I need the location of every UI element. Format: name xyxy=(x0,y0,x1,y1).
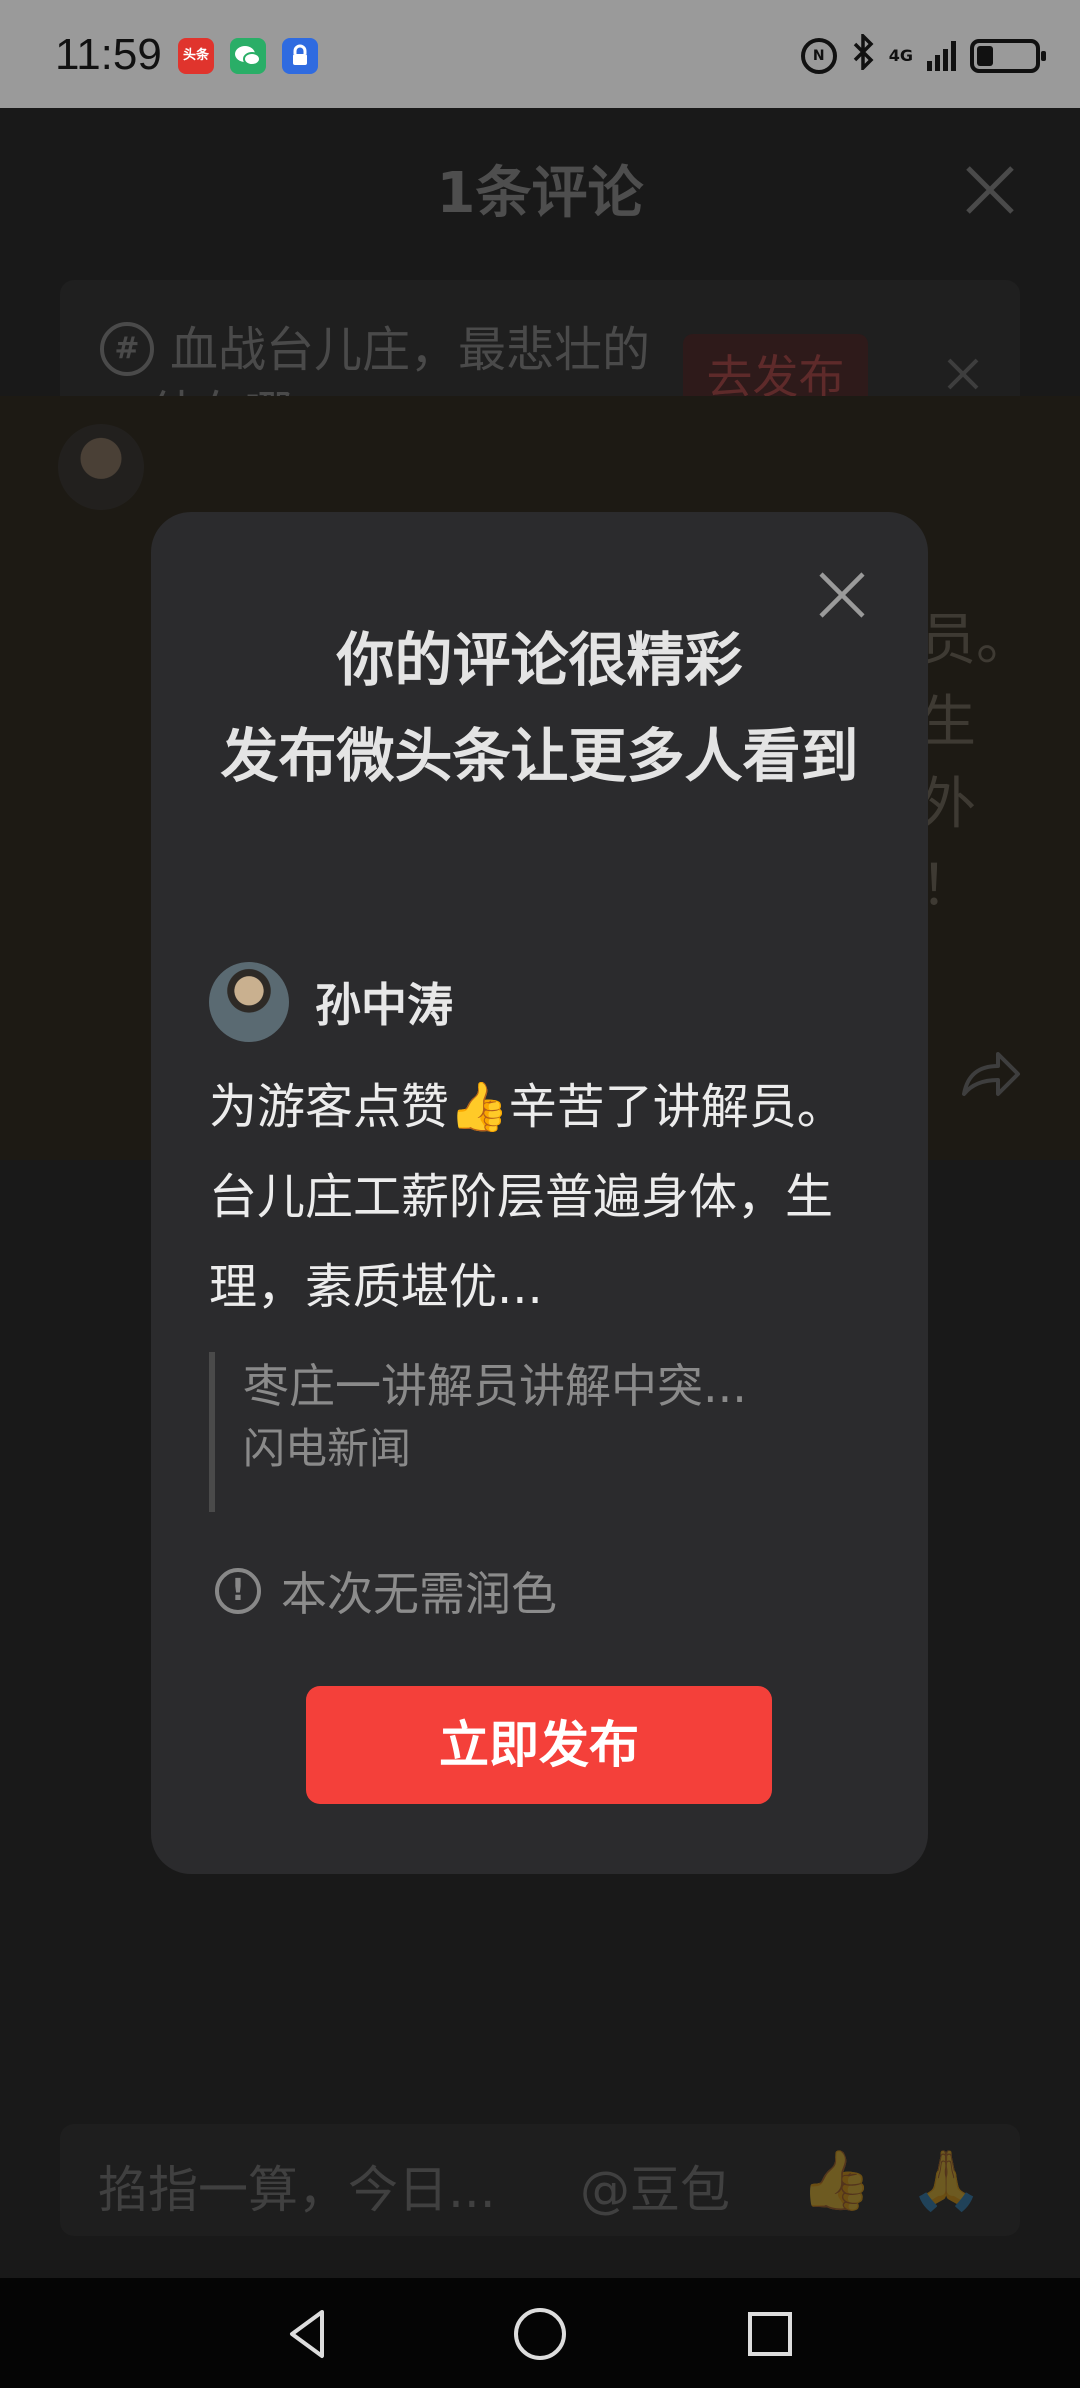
home-icon[interactable] xyxy=(508,2302,572,2366)
dialog-title: 你的评论很精彩 发布微头条让更多人看到 xyxy=(220,626,859,790)
quote-title: 枣庄一讲解员讲解中突... xyxy=(243,1359,747,1413)
quoted-article: 枣庄一讲解员讲解中突... 闪电新闻 xyxy=(209,1352,869,1512)
mention-doubao-button[interactable]: @豆包 xyxy=(580,2150,730,2222)
pray-emoji-button[interactable]: 🙏 xyxy=(910,2146,982,2215)
nfc-icon: N xyxy=(800,38,837,74)
wechat-icon xyxy=(230,38,266,74)
sheet-title: 1条评论 xyxy=(436,161,644,226)
recents-icon[interactable] xyxy=(738,2302,802,2366)
comment-preview: 为游客点赞👍辛苦了讲解员。台儿庄工薪阶层普遍身体，生理，素质堪优... xyxy=(209,1079,845,1315)
comment-input-placeholder[interactable]: 掐指一算，今日... xyxy=(98,2150,496,2222)
comment-input-bar[interactable]: 掐指一算，今日... @豆包 👍 🙏 xyxy=(60,2124,1020,2236)
status-indicators: N 4G xyxy=(800,31,1046,78)
avatar[interactable] xyxy=(58,424,144,510)
close-icon[interactable] xyxy=(960,160,1020,220)
close-icon[interactable] xyxy=(943,354,983,394)
status-time: 11:59 xyxy=(55,30,162,79)
info-icon: ! xyxy=(215,1568,261,1614)
battery-icon xyxy=(970,39,1046,73)
author-name: 孙中涛 xyxy=(315,978,453,1032)
status-bar: 11:59 头条 N 4G xyxy=(0,0,1080,108)
quote-source: 闪电新闻 xyxy=(243,1424,412,1473)
publish-dialog: 你的评论很精彩 发布微头条让更多人看到 孙中涛 为游客点赞👍辛苦了讲解员。台儿庄… xyxy=(151,512,928,1874)
back-icon[interactable] xyxy=(278,2302,342,2366)
comment-text-fragment: 员。 生 外 ！ xyxy=(920,608,1032,919)
share-icon[interactable] xyxy=(958,1046,1022,1102)
author-row: 孙中涛 xyxy=(209,962,453,1042)
bluetooth-icon xyxy=(851,31,875,78)
lock-app-icon xyxy=(282,38,318,74)
polish-hint: ! 本次无需润色 xyxy=(215,1558,557,1624)
signal-icon xyxy=(927,41,956,71)
toutiao-icon: 头条 xyxy=(178,38,214,74)
publish-now-button[interactable]: 立即发布 xyxy=(306,1686,772,1804)
navigation-bar xyxy=(0,2278,1080,2388)
thumbs-up-emoji-button[interactable]: 👍 xyxy=(800,2146,872,2215)
network-type: 4G xyxy=(888,46,913,65)
hint-text: 本次无需润色 xyxy=(281,1567,557,1621)
avatar xyxy=(209,962,289,1042)
